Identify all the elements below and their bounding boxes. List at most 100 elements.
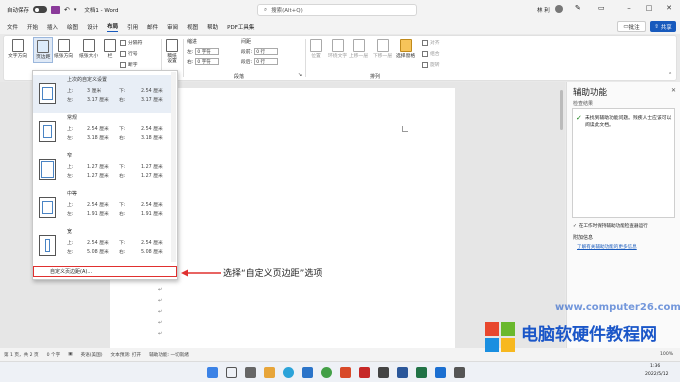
margin-option[interactable]: 上次的自定义设置 上: 3 厘米 下: 2.54 厘米 左: 3.17 厘米 右: 3.17 厘… [33,75,171,113]
lbl-top: 上: [67,203,74,208]
margin-option[interactable]: 中等 上: 2.54 厘米 下: 2.54 厘米 左: 1.91 厘米 右: 1.91 厘米 [33,189,171,227]
doc-title: 文档1 - Word [84,7,119,14]
selection-pane-label: 选择窗格 [396,54,416,59]
rotate-label: 旋转 [430,63,440,68]
margin-option[interactable]: 窄上: 1.27 厘米 下: 1.27 厘米 左: 1.27 厘米 右: 1.27 厘米 [33,151,171,189]
margins-button[interactable]: 页边距 [33,37,54,64]
menu-tab-8[interactable]: 审阅 [167,23,178,31]
indent-left[interactable]: 左: 0 字符 [187,48,220,55]
word-icon[interactable] [397,367,408,378]
keep-running-label: 在工作时保持辅助功能检查器运行 [578,224,648,229]
draft-paper-button[interactable]: 稿纸设置 [165,39,179,65]
search-taskbar-icon[interactable] [226,367,237,378]
paragraph-launcher-icon[interactable]: ↘ [298,72,302,78]
val-left: 1.27 厘米 [87,174,109,179]
breaks-button[interactable]: 分隔符 [120,39,142,46]
selection-pane-button[interactable]: 选择窗格 [396,39,415,59]
clock-date[interactable]: 2022/5/12 [645,372,669,377]
explorer-icon[interactable] [264,367,275,378]
dropdown-scrollbar[interactable] [171,72,176,262]
group-icon [422,50,428,57]
menu-tab-11[interactable]: PDF工具集 [227,23,254,31]
indent-right-field[interactable]: 0 字符 [195,58,220,65]
pane-close-icon[interactable]: ✕ [671,87,676,94]
app-icon-3[interactable] [378,367,389,378]
app-icon-4[interactable] [435,367,446,378]
doc-scrollbar[interactable] [560,90,563,130]
search-input[interactable]: ⌕ 搜索(Alt+Q) [257,4,417,16]
line-numbers-button[interactable]: 行号 [120,50,138,57]
chrome-icon[interactable] [321,367,332,378]
align-button[interactable]: 对齐 [422,39,440,46]
columns-button[interactable]: 栏 [104,39,116,59]
status-language[interactable]: 英语(美国) [81,352,103,358]
draft-paper-label: 稿纸设置 [167,54,177,65]
app-icon-5[interactable] [454,367,465,378]
menu-tab-7[interactable]: 邮件 [147,23,158,31]
space-before-field[interactable]: 0 行 [254,48,279,55]
indent-left-field[interactable]: 0 字符 [195,48,220,55]
menu-tab-0[interactable]: 文件 [7,23,18,31]
keep-running-checkbox[interactable]: ✓ 在工作时保持辅助功能检查器运行 [573,223,648,230]
save-icon[interactable] [51,5,61,14]
indent-right[interactable]: 右: 0 字符 [187,58,220,65]
lbl-bottom: 下: [119,127,126,132]
task-view-icon[interactable] [245,367,256,378]
start-icon[interactable] [207,367,218,378]
menu-tab-3[interactable]: 绘图 [67,23,78,31]
val-left: 3.17 厘米 [87,98,109,103]
status-prediction[interactable]: 文本预测: 打开 [111,352,142,358]
status-page[interactable]: 第 1 页，共 2 页 [4,352,39,358]
menu-tab-6[interactable]: 引用 [127,23,138,31]
space-after[interactable]: 段后: 0 行 [241,58,279,65]
menu-tab-9[interactable]: 视图 [187,23,198,31]
hyphenation-button[interactable]: 断字 [120,61,138,68]
bring-forward-button[interactable]: 上移一层 [349,39,368,59]
status-words[interactable]: 0 个字 [47,352,61,358]
bring-forward-icon [352,39,365,52]
autosave-toggle[interactable] [33,6,48,13]
comment-button[interactable]: ▭ 批注 [617,21,646,32]
excel-icon[interactable] [416,367,427,378]
group-button[interactable]: 组合 [422,50,440,57]
size-button[interactable]: 纸张大小 [79,39,98,59]
user-name[interactable]: 林 利 [537,6,550,14]
dropdown-icon[interactable]: ▾ [74,7,77,13]
space-after-field[interactable]: 0 行 [254,58,279,65]
menu-tab-1[interactable]: 开始 [27,23,38,31]
text-direction-button[interactable]: 文字方向 [8,39,27,59]
app-icon-2[interactable] [359,367,370,378]
margin-option[interactable]: 常规 上: 2.54 厘米 下: 2.54 厘米 左: 3.18 厘米 右: 3.18 厘米 [33,113,171,151]
orientation-button[interactable]: 纸张方向 [54,39,73,59]
margin-option[interactable]: 宽上: 2.54 厘米 下: 2.54 厘米 左: 5.08 厘米 右: 5.08 厘米 [33,227,171,265]
status-accessibility[interactable]: 辅助功能: 一切就绪 [149,352,189,358]
menu-tab-5[interactable]: 布局 [107,22,119,32]
margin-preview-icon [39,83,56,104]
store-icon[interactable] [302,367,313,378]
learn-more-link[interactable]: 了解有关辅助功能的更多信息 [577,244,637,250]
undo-icon[interactable]: ↶ [64,6,70,14]
send-backward-button[interactable]: 下移一层 [373,39,392,59]
space-before[interactable]: 段前: 0 行 [241,48,279,55]
pen-icon[interactable]: ✎ [575,4,581,12]
menu-tab-10[interactable]: 帮助 [207,23,218,31]
val-top: 2.54 厘米 [87,127,109,132]
proofing-icon[interactable]: ▣ [68,352,72,357]
menu-tab-4[interactable]: 设计 [87,23,98,31]
collapse-ribbon-icon[interactable]: ⌃ [668,72,672,78]
minimize-icon[interactable]: – [618,4,640,12]
avatar[interactable] [555,5,563,13]
rotate-button[interactable]: 旋转 [422,61,440,68]
position-button[interactable]: 位置 [310,39,322,59]
menu-tab-2[interactable]: 插入 [47,23,58,31]
ribbon-display-icon[interactable]: ▭ [598,4,605,12]
app-icon-1[interactable] [340,367,351,378]
share-button[interactable]: ⇧ 共享 [650,21,676,32]
custom-margins-item[interactable]: 自定义页边距(A)... [33,266,177,277]
wrap-button[interactable]: 环绕文字 [328,39,347,59]
maximize-icon[interactable]: □ [638,4,660,12]
edge-icon[interactable] [283,367,294,378]
bring-forward-label: 上移一层 [349,54,369,59]
clock-time[interactable]: 1:36 [650,364,660,369]
close-icon[interactable]: ✕ [658,4,680,12]
